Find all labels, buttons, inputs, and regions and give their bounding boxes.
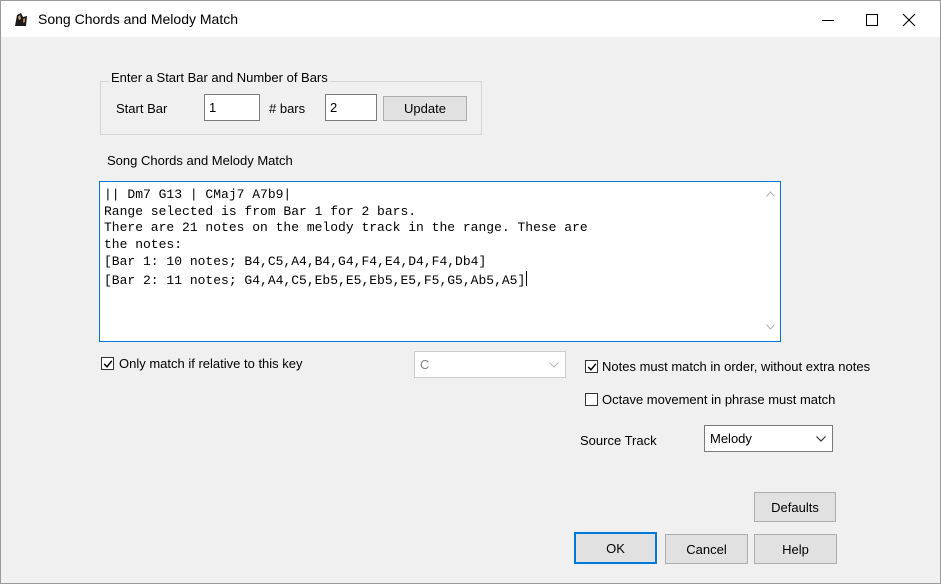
app-piano-icon xyxy=(13,12,29,27)
source-track-value: Melody xyxy=(710,431,752,446)
chevron-down-icon xyxy=(816,436,826,442)
ok-button[interactable]: OK xyxy=(574,532,657,564)
text-caret xyxy=(526,270,528,286)
match-order-label[interactable]: Notes must match in order, without extra… xyxy=(602,359,870,374)
relative-key-label[interactable]: Only match if relative to this key xyxy=(119,356,303,371)
chords-melody-textarea[interactable]: || Dm7 G13 | CMaj7 A7b9| Range selected i… xyxy=(99,181,781,342)
source-track-label: Source Track xyxy=(580,433,657,448)
start-bar-label: Start Bar xyxy=(116,101,168,116)
bars-label: # bars xyxy=(269,101,306,116)
start-bar-input[interactable] xyxy=(204,94,260,121)
match-section-label: Song Chords and Melody Match xyxy=(107,153,293,168)
key-select: C xyxy=(414,351,566,378)
match-order-checkbox[interactable] xyxy=(585,360,598,373)
cancel-button[interactable]: Cancel xyxy=(665,534,748,564)
help-button[interactable]: Help xyxy=(754,534,837,564)
maximize-button[interactable] xyxy=(853,5,891,33)
update-button[interactable]: Update xyxy=(383,96,467,121)
scroll-down-icon xyxy=(766,324,775,330)
octave-movement-checkbox[interactable] xyxy=(585,393,598,406)
scroll-up-icon xyxy=(766,191,775,197)
memo-text: || Dm7 G13 | CMaj7 A7b9| Range selected i… xyxy=(104,187,754,289)
octave-movement-label[interactable]: Octave movement in phrase must match xyxy=(602,392,835,407)
relative-key-checkbox[interactable] xyxy=(101,357,114,370)
vertical-scrollbar[interactable] xyxy=(761,182,780,341)
dialog-window: Song Chords and Melody Match Enter a Sta… xyxy=(0,0,941,584)
source-track-select[interactable]: Melody xyxy=(704,425,833,452)
memo-line: There are 21 notes on the melody track i… xyxy=(104,220,588,236)
memo-line-last: [Bar 2: 11 notes; G4,A4,C5,Eb5,E5,Eb5,E5… xyxy=(104,270,754,290)
memo-line: [Bar 2: 11 notes; G4,A4,C5,Eb5,E5,Eb5,E5… xyxy=(104,272,526,288)
key-select-value: C xyxy=(420,357,430,372)
minimize-icon xyxy=(822,20,834,21)
minimize-button[interactable] xyxy=(809,5,847,33)
close-button[interactable] xyxy=(890,5,928,33)
memo-line: [Bar 1: 10 notes; B4,C5,A4,B4,G4,F4,E4,D… xyxy=(104,253,487,269)
memo-line: Range selected is from Bar 1 for 2 bars. xyxy=(104,203,417,219)
range-group-legend: Enter a Start Bar and Number of Bars xyxy=(109,70,330,85)
checkmark-icon xyxy=(103,360,113,368)
maximize-icon xyxy=(866,14,878,26)
memo-line: the notes: xyxy=(104,237,183,253)
bars-input[interactable] xyxy=(325,94,377,121)
checkmark-icon xyxy=(587,363,597,371)
title-bar[interactable]: Song Chords and Melody Match xyxy=(1,1,940,37)
chevron-down-icon xyxy=(549,362,559,368)
close-icon xyxy=(902,13,916,27)
window-title: Song Chords and Melody Match xyxy=(38,11,238,27)
memo-line: || Dm7 G13 | CMaj7 A7b9| xyxy=(104,187,292,202)
defaults-button[interactable]: Defaults xyxy=(754,492,836,522)
